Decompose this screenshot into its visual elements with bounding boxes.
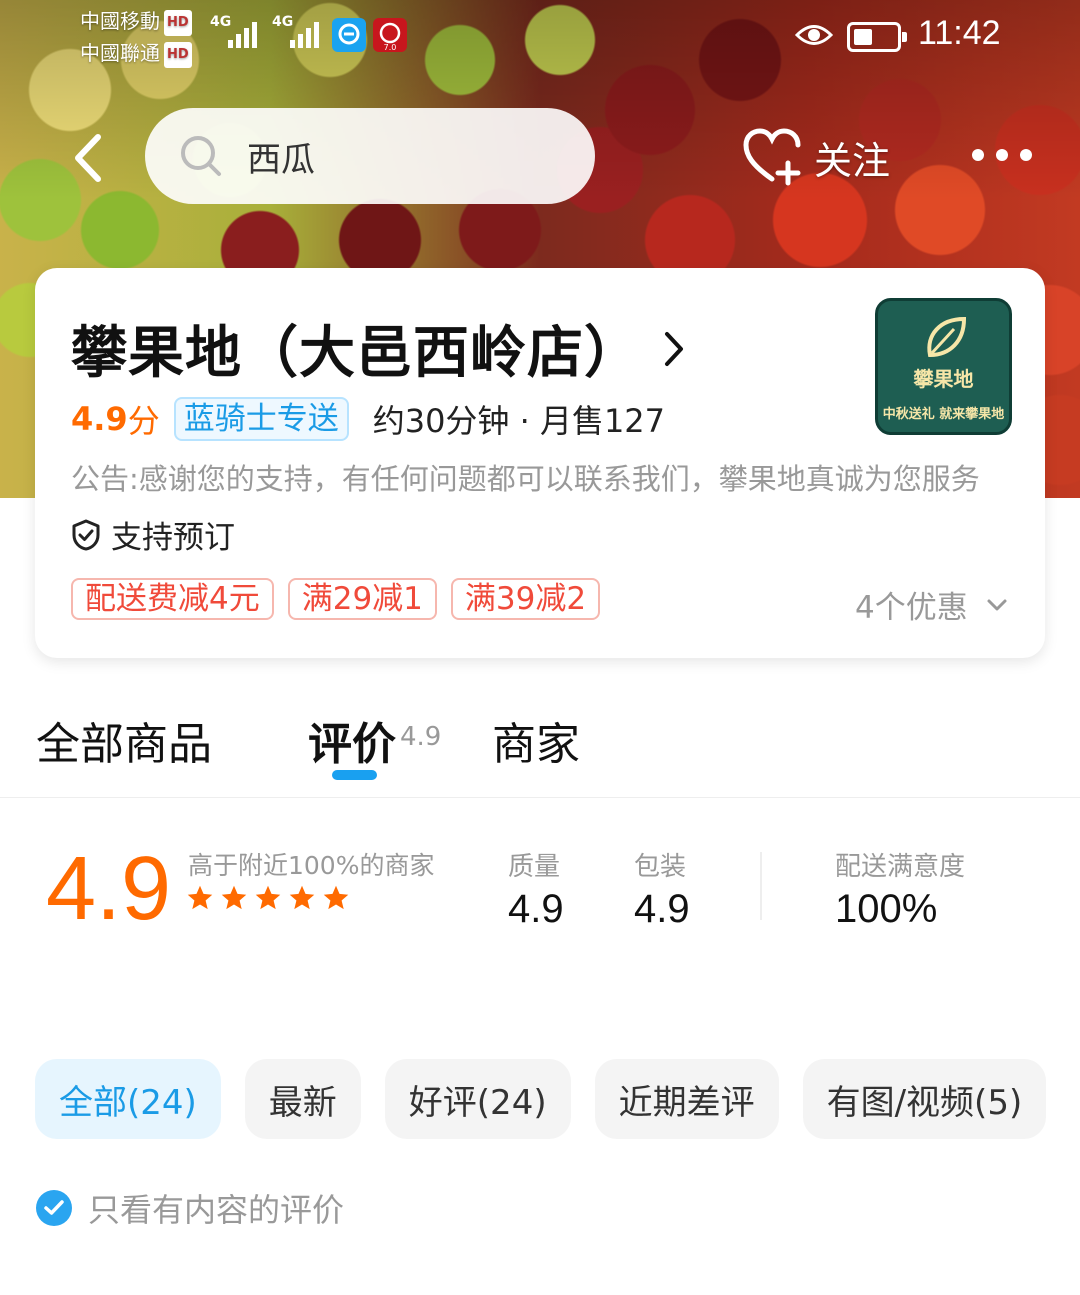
- battery-icon: [847, 22, 907, 52]
- tab-reviews[interactable]: 评价 4.9: [308, 708, 441, 772]
- search-icon: [181, 136, 221, 176]
- filter-recent-negative[interactable]: 近期差评: [594, 1059, 779, 1139]
- signal-icon-2: [290, 22, 319, 48]
- star-icon: [255, 885, 281, 910]
- reserve-label: 支持预订: [111, 520, 235, 556]
- shop-tabs: 全部商品 评价 4.9 商家: [0, 690, 1080, 798]
- clock: 11:42: [918, 14, 1001, 52]
- more-dot-icon: [996, 149, 1008, 161]
- filter-positive[interactable]: 好评(24): [384, 1059, 571, 1139]
- star-icon: [221, 885, 247, 910]
- packaging-value: 4.9: [634, 887, 690, 931]
- back-button[interactable]: [62, 128, 112, 188]
- shop-name-link[interactable]: 攀果地（大邑西岭店）: [71, 308, 685, 389]
- status-bar: 中國移動 HD 中國聯通 HD 4G 4G 7.0 11:42: [0, 0, 1080, 80]
- shop-score-unit: 分: [127, 402, 160, 440]
- more-menu-button[interactable]: [972, 140, 1042, 170]
- delivery-stat: 配送满意度 100%: [835, 846, 965, 932]
- promo-tag: 满29减1: [287, 578, 437, 620]
- rank-text: 高于附近100%的商家: [188, 851, 435, 880]
- eye-icon: [795, 25, 833, 45]
- delivery-value: 100%: [835, 887, 938, 931]
- follow-button[interactable]: 关注: [742, 125, 890, 189]
- shop-logo[interactable]: 攀果地 中秋送礼 就来攀果地: [875, 298, 1012, 435]
- content-only-toggle[interactable]: 只看有内容的评价: [36, 1185, 344, 1231]
- quality-label: 质量: [508, 852, 561, 882]
- star-icon: [187, 885, 213, 910]
- promo-expand-button[interactable]: 4个优惠: [855, 582, 1008, 627]
- signal-icon-1: [228, 22, 257, 48]
- reserve-support: 支持预订: [71, 512, 235, 557]
- heart-plus-icon: [743, 128, 801, 186]
- star-rating: [186, 884, 350, 912]
- carrier-1: 中國移動 HD: [80, 8, 192, 36]
- more-dot-icon: [972, 149, 984, 161]
- carrier-2: 中國聯通 HD: [80, 40, 192, 68]
- svg-text:7.0: 7.0: [384, 43, 397, 52]
- logo-brand: 攀果地: [913, 367, 974, 391]
- tab-merchant[interactable]: 商家: [492, 708, 580, 772]
- promo-tag: 满39减2: [450, 578, 601, 620]
- star-icon: [323, 885, 349, 910]
- filter-with-media[interactable]: 有图/视频(5): [802, 1059, 1047, 1139]
- leaf-logo-icon: [927, 316, 967, 358]
- promo-tags[interactable]: 配送费减4元 满29减1 满39减2: [71, 578, 601, 620]
- eta-sales: 约30分钟 · 月售127: [372, 402, 666, 440]
- checkmark-icon: [36, 1190, 72, 1226]
- follow-label: 关注: [814, 138, 891, 183]
- chevron-right-icon: [665, 331, 683, 366]
- delivery-tag: 蓝骑士专送: [173, 397, 349, 441]
- shop-meta: 4.9 分 蓝骑士专送 约30分钟 · 月售127: [71, 396, 665, 442]
- filter-latest[interactable]: 最新: [244, 1059, 361, 1139]
- search-text: 西瓜: [247, 139, 315, 180]
- tab-reviews-label: 评价: [308, 719, 396, 770]
- logo-footer: 中秋送礼 就来攀果地: [882, 407, 1005, 422]
- search-input[interactable]: 西瓜: [145, 108, 595, 204]
- shop-info-card: 攀果地（大邑西岭店） 攀果地 中秋送礼 就来攀果地 4.9 分 蓝骑士专送 约3…: [35, 268, 1045, 658]
- star-icon: [289, 885, 315, 910]
- delivery-label: 配送满意度: [835, 852, 966, 882]
- eleme-app-icon: [332, 18, 366, 52]
- overall-score: 4.9: [46, 839, 172, 939]
- more-dot-icon: [1020, 149, 1032, 161]
- promo-tag: 配送费减4元: [71, 578, 274, 620]
- chevron-down-icon: [987, 599, 1007, 610]
- quality-stat: 质量 4.9: [508, 846, 564, 932]
- shop-name: 攀果地（大邑西岭店）: [71, 321, 641, 386]
- packaging-stat: 包装 4.9: [634, 846, 690, 932]
- shield-check-icon: [72, 519, 100, 550]
- chevron-left-icon: [75, 134, 101, 182]
- packaging-label: 包装: [634, 852, 687, 882]
- tab-all-goods[interactable]: 全部商品: [36, 708, 212, 772]
- tab-reviews-score: 4.9: [400, 722, 442, 752]
- bank-app-icon: 7.0: [373, 18, 407, 52]
- stats-divider: [760, 852, 762, 920]
- promo-count: 4个优惠: [855, 590, 968, 626]
- quality-value: 4.9: [508, 887, 564, 931]
- content-only-label: 只看有内容的评价: [88, 1191, 345, 1229]
- active-tab-indicator: [332, 770, 377, 780]
- filter-all[interactable]: 全部(24): [35, 1059, 221, 1139]
- shop-score: 4.9: [71, 400, 128, 438]
- shop-notice[interactable]: 公告:感谢您的支持，有任何问题都可以联系我们，攀果地真诚为您服务: [71, 456, 1011, 498]
- review-filters: 全部(24) 最新 好评(24) 近期差评 有图/视频(5): [35, 1059, 1047, 1139]
